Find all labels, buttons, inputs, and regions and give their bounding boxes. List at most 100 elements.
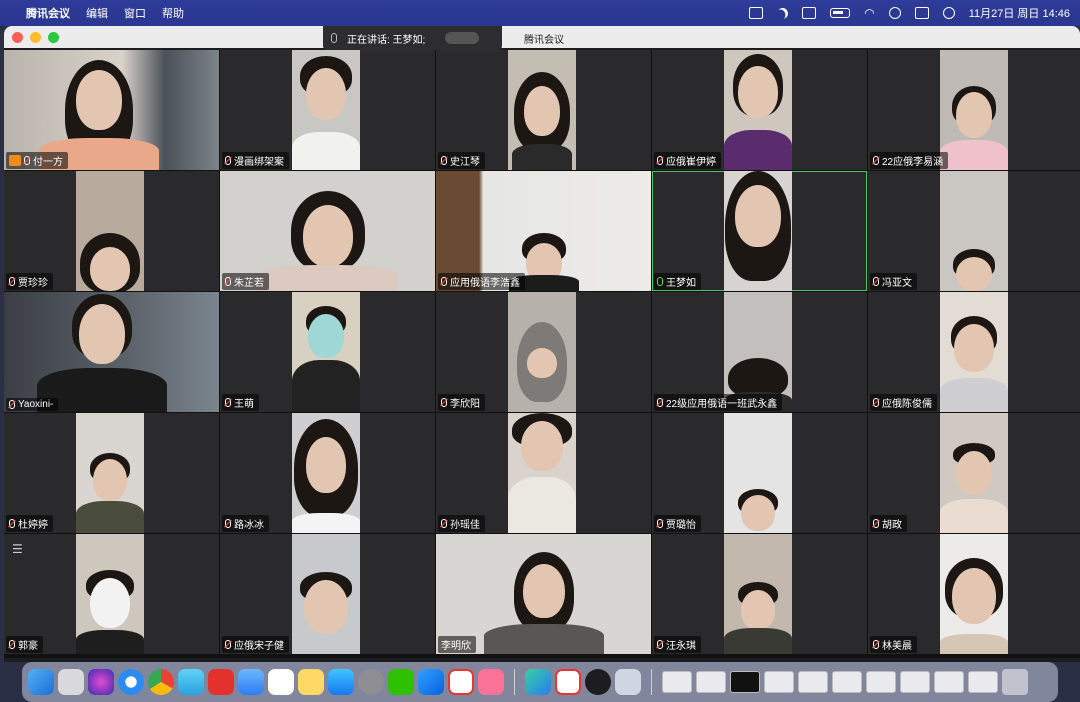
minimized-window-thumbnail[interactable] bbox=[764, 671, 794, 693]
minimized-window-thumbnail[interactable] bbox=[662, 671, 692, 693]
person-face bbox=[952, 568, 996, 624]
minimized-window-thumbnail[interactable] bbox=[798, 671, 828, 693]
close-button[interactable] bbox=[12, 31, 23, 43]
zoom-button[interactable] bbox=[48, 31, 59, 43]
participant-name: 王萌 bbox=[222, 394, 259, 411]
menu-window[interactable]: 窗口 bbox=[124, 5, 146, 21]
minimized-window-thumbnail[interactable] bbox=[730, 671, 760, 693]
trash-icon[interactable] bbox=[1002, 669, 1028, 695]
video-feed bbox=[4, 292, 219, 412]
video-tile[interactable]: 路冰冰 bbox=[220, 413, 435, 533]
video-tile[interactable]: 应俄崔伊婷 bbox=[652, 50, 867, 170]
bilibili-icon[interactable] bbox=[478, 669, 504, 695]
control-center-icon[interactable] bbox=[914, 7, 929, 19]
video-tile[interactable]: 应俄宋子健 bbox=[220, 534, 435, 654]
video-tile[interactable]: 贾珍珍 bbox=[4, 171, 219, 291]
launchpad-icon[interactable] bbox=[58, 669, 84, 695]
minimized-window-thumbnail[interactable] bbox=[832, 671, 862, 693]
participant-name: 贾璐怡 bbox=[654, 515, 701, 532]
participant-name: 冯亚文 bbox=[870, 273, 917, 290]
minimized-window-thumbnail[interactable] bbox=[934, 671, 964, 693]
video-tile[interactable]: 朱芷若 bbox=[220, 171, 435, 291]
video-tile[interactable]: 22级应用俄语一班武永鑫 bbox=[652, 292, 867, 412]
quicktime-icon[interactable] bbox=[585, 669, 611, 695]
moon-icon[interactable] bbox=[775, 5, 790, 20]
mic-muted-icon bbox=[225, 640, 231, 649]
participant-name: 22应俄李易涵 bbox=[870, 152, 949, 169]
calendar-menu-icon[interactable] bbox=[802, 7, 817, 19]
video-tile[interactable]: 应用俄语李浩鑫 bbox=[436, 171, 651, 291]
menu-help[interactable]: 帮助 bbox=[162, 5, 184, 21]
notes-icon[interactable] bbox=[298, 669, 324, 695]
participant-label: 应俄宋子健 bbox=[234, 641, 284, 652]
video-tile[interactable]: 林美晨 bbox=[868, 534, 1080, 654]
preview-icon[interactable] bbox=[615, 669, 641, 695]
video-tile[interactable]: 史江琴 bbox=[436, 50, 651, 170]
video-tile[interactable]: 王萌 bbox=[220, 292, 435, 412]
participant-name: 林美晨 bbox=[870, 636, 917, 653]
siri-menu-icon[interactable] bbox=[942, 7, 955, 19]
participant-label: 漫画绑架案 bbox=[234, 157, 284, 168]
reminders-icon[interactable] bbox=[268, 669, 294, 695]
person-body bbox=[512, 144, 572, 170]
menu-edit[interactable]: 编辑 bbox=[86, 5, 108, 21]
safari-icon[interactable] bbox=[118, 669, 144, 695]
minimize-button[interactable] bbox=[30, 31, 41, 43]
battery-icon[interactable] bbox=[830, 8, 851, 18]
list-icon[interactable]: ☰ bbox=[12, 542, 23, 556]
mic-active-icon bbox=[657, 277, 663, 286]
wifi-icon[interactable]: ◠ bbox=[864, 6, 874, 20]
finder-icon[interactable] bbox=[28, 669, 54, 695]
mic-muted-icon bbox=[225, 519, 231, 528]
mic-muted-icon bbox=[24, 156, 30, 165]
video-tile[interactable]: 付一方 bbox=[4, 50, 219, 170]
video-tile[interactable]: ☰ 郭豪 bbox=[4, 534, 219, 654]
chrome-icon[interactable] bbox=[148, 669, 174, 695]
minimized-window-thumbnail[interactable] bbox=[968, 671, 998, 693]
video-tile[interactable]: 汪永琪 bbox=[652, 534, 867, 654]
wechat-icon[interactable] bbox=[388, 669, 414, 695]
video-tile[interactable]: 应俄陈俊儒 bbox=[868, 292, 1080, 412]
infuse-icon[interactable] bbox=[525, 669, 551, 695]
video-tile[interactable]: 22应俄李易涵 bbox=[868, 50, 1080, 170]
wps-menu-icon[interactable] bbox=[749, 7, 764, 19]
menu-app-name[interactable]: 腾讯会议 bbox=[26, 5, 70, 21]
video-feed bbox=[940, 292, 1008, 412]
participant-label: 22应俄李易涵 bbox=[882, 157, 944, 168]
video-feed bbox=[724, 50, 792, 170]
video-tile[interactable]: 胡政 bbox=[868, 413, 1080, 533]
video-tile[interactable]: Yaoxini- bbox=[4, 292, 219, 412]
mic-muted-icon bbox=[441, 277, 447, 286]
appstore-icon[interactable] bbox=[328, 669, 354, 695]
minimized-window-thumbnail[interactable] bbox=[696, 671, 726, 693]
participant-label: 汪永琪 bbox=[666, 641, 696, 652]
mail-icon[interactable] bbox=[238, 669, 264, 695]
video-feed bbox=[508, 292, 576, 412]
video-tile[interactable]: 漫画绑架案 bbox=[220, 50, 435, 170]
wps-office-icon[interactable] bbox=[555, 669, 581, 695]
video-tile[interactable]: 贾璐怡 bbox=[652, 413, 867, 533]
participant-name: 王梦如 bbox=[654, 273, 701, 290]
person-body bbox=[940, 634, 1008, 654]
wps-icon[interactable] bbox=[448, 669, 474, 695]
participant-label: 朱芷若 bbox=[234, 278, 264, 289]
video-tile[interactable]: 杜婷婷 bbox=[4, 413, 219, 533]
weibo-icon[interactable] bbox=[208, 669, 234, 695]
files-icon[interactable] bbox=[178, 669, 204, 695]
siri-icon[interactable] bbox=[88, 669, 114, 695]
tencent-meeting-icon[interactable] bbox=[418, 669, 444, 695]
participant-label: 应俄陈俊儒 bbox=[882, 399, 932, 410]
video-tile[interactable]: 孙瑶佳 bbox=[436, 413, 651, 533]
person-face bbox=[956, 451, 992, 495]
person-body bbox=[724, 628, 792, 654]
settings-icon[interactable] bbox=[358, 669, 384, 695]
video-tile[interactable]: 李明欣 bbox=[436, 534, 651, 654]
video-tile[interactable]: 冯亚文 bbox=[868, 171, 1080, 291]
search-icon[interactable] bbox=[888, 7, 901, 19]
minimized-window-thumbnail[interactable] bbox=[866, 671, 896, 693]
menu-datetime[interactable]: 11月27日 周日 14:46 bbox=[969, 5, 1070, 21]
minimized-window-thumbnail[interactable] bbox=[900, 671, 930, 693]
video-tile[interactable]: 李欣阳 bbox=[436, 292, 651, 412]
mic-muted-icon bbox=[9, 277, 15, 286]
video-tile-active-speaker[interactable]: 王梦如 bbox=[652, 171, 867, 291]
